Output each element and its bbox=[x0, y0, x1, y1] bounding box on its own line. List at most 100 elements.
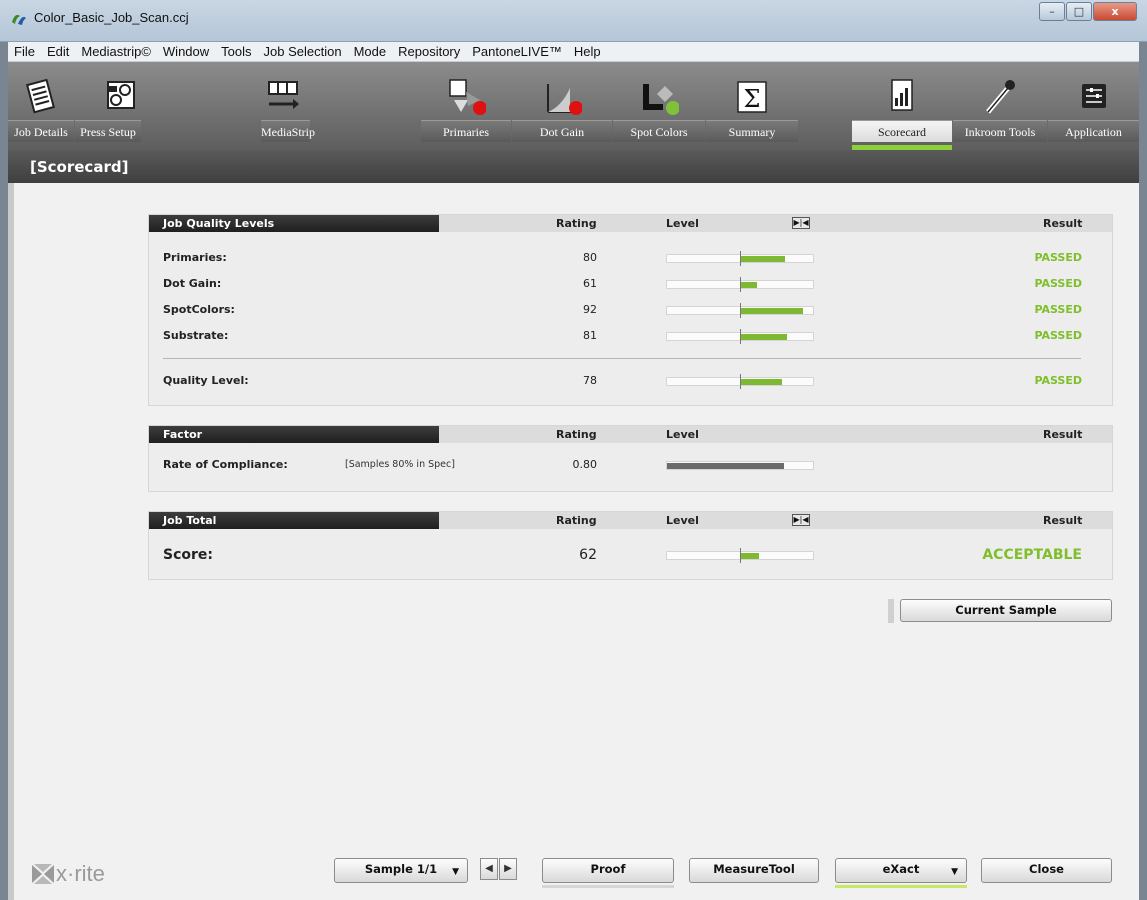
proof-button[interactable]: Proof bbox=[542, 858, 674, 883]
tool-inkroom-tools[interactable]: Inkroom Tools bbox=[953, 62, 1047, 150]
tool-label: MediaStrip bbox=[261, 120, 315, 142]
row-result: PASSED bbox=[1034, 329, 1082, 342]
menu-repository[interactable]: Repository bbox=[392, 44, 466, 59]
scorecard-icon bbox=[891, 79, 913, 111]
tool-label: Job Details bbox=[8, 120, 74, 142]
level-bar bbox=[666, 251, 814, 266]
panel-header: Job Total Rating Level ▶|◀ Result bbox=[149, 512, 1112, 529]
app-icon bbox=[12, 14, 26, 25]
tool-press-setup[interactable]: Press Setup bbox=[75, 62, 205, 150]
compliance-bar bbox=[666, 461, 814, 470]
tool-primaries[interactable]: Primaries bbox=[421, 62, 511, 150]
col-result-header: Result bbox=[1043, 217, 1083, 230]
section-title: [Scorecard] bbox=[8, 150, 1139, 183]
level-scale-toggle-button[interactable]: ▶|◀ bbox=[792, 514, 810, 526]
quality-row: SpotColors: 92 PASSED bbox=[149, 300, 1112, 320]
row-result: ACCEPTABLE bbox=[982, 547, 1082, 563]
tool-mediastrip[interactable]: MediaStrip bbox=[206, 62, 360, 150]
level-scale-toggle-button[interactable]: ▶|◀ bbox=[792, 217, 810, 229]
tool-label: Press Setup bbox=[75, 120, 141, 142]
row-rating: 80 bbox=[583, 251, 597, 264]
minimize-button[interactable]: – bbox=[1039, 2, 1065, 21]
row-result: PASSED bbox=[1034, 303, 1082, 316]
sample-selector-dropdown[interactable]: Sample 1/1 ▼ bbox=[334, 858, 468, 883]
panel-title: Job Quality Levels bbox=[149, 215, 439, 232]
compliance-row: Rate of Compliance: [Samples 80% in Spec… bbox=[149, 455, 1112, 475]
tool-job-details[interactable]: Job Details bbox=[8, 62, 74, 150]
level-fill bbox=[741, 334, 787, 340]
tool-label: Inkroom Tools bbox=[953, 120, 1047, 142]
svg-text:Σ: Σ bbox=[744, 85, 761, 113]
menu-window[interactable]: Window bbox=[157, 44, 215, 59]
tool-application[interactable]: Application bbox=[1048, 62, 1139, 150]
xrite-logo: x·rite bbox=[30, 861, 105, 887]
col-result-header: Result bbox=[1043, 514, 1083, 527]
panel-title: Factor bbox=[149, 426, 439, 443]
level-bar bbox=[666, 329, 814, 344]
current-sample-button[interactable]: Current Sample bbox=[900, 599, 1112, 622]
col-result-header: Result bbox=[1043, 428, 1083, 441]
level-fill bbox=[741, 308, 803, 314]
grip-handle[interactable] bbox=[888, 599, 894, 623]
job-quality-panel: Job Quality Levels Rating Level ▶|◀ Resu… bbox=[148, 214, 1113, 406]
quality-row: Dot Gain: 61 PASSED bbox=[149, 274, 1112, 294]
row-result: PASSED bbox=[1034, 277, 1082, 290]
row-result: PASSED bbox=[1034, 374, 1082, 387]
tool-label: Spot Colors bbox=[613, 120, 705, 142]
job-total-panel: Job Total Rating Level ▶|◀ Result Score:… bbox=[148, 511, 1113, 580]
panel-title: Job Total bbox=[149, 512, 439, 529]
compliance-note: [Samples 80% in Spec] bbox=[345, 459, 455, 470]
exact-active-indicator bbox=[835, 885, 967, 888]
press-icon bbox=[107, 81, 135, 109]
quality-row: Substrate: 81 PASSED bbox=[149, 326, 1112, 346]
level-fill bbox=[741, 282, 757, 288]
sigma-icon: Σ bbox=[737, 81, 767, 113]
row-divider bbox=[163, 358, 1081, 359]
level-fill bbox=[741, 553, 759, 559]
row-result: PASSED bbox=[1034, 251, 1082, 264]
compliance-fill bbox=[667, 463, 784, 469]
menu-edit[interactable]: Edit bbox=[41, 44, 75, 59]
tool-label: Summary bbox=[706, 120, 798, 142]
maximize-button[interactable]: □ bbox=[1066, 2, 1092, 21]
menu-help[interactable]: Help bbox=[568, 44, 607, 59]
menu-tools[interactable]: Tools bbox=[215, 44, 257, 59]
window-close-button[interactable]: x bbox=[1093, 2, 1137, 21]
window-title: Color_Basic_Job_Scan.ccj bbox=[34, 10, 189, 25]
proof-indicator bbox=[542, 885, 674, 888]
row-name: Dot Gain: bbox=[163, 277, 222, 290]
row-rating: 92 bbox=[583, 303, 597, 316]
quality-row: Primaries: 80 PASSED bbox=[149, 248, 1112, 268]
menu-job-selection[interactable]: Job Selection bbox=[258, 44, 348, 59]
level-bar bbox=[666, 277, 814, 292]
tool-dot-gain[interactable]: Dot Gain bbox=[512, 62, 612, 150]
row-rating: 81 bbox=[583, 329, 597, 342]
col-rating-header: Rating bbox=[556, 514, 597, 527]
sample-navigation: ◀ ▶ bbox=[480, 858, 518, 880]
measure-tool-button[interactable]: MeasureTool bbox=[689, 858, 819, 883]
previous-sample-button[interactable]: ◀ bbox=[480, 858, 498, 880]
scorecard-content: Job Quality Levels Rating Level ▶|◀ Resu… bbox=[8, 183, 1139, 900]
primaries-icon bbox=[449, 79, 486, 115]
panel-header: Factor Rating Level Result bbox=[149, 426, 1112, 443]
menu-mode[interactable]: Mode bbox=[348, 44, 393, 59]
exact-device-dropdown[interactable]: eXact ▼ bbox=[835, 858, 967, 883]
menu-pantonelive[interactable]: PantoneLIVE™ bbox=[466, 44, 568, 59]
col-rating-header: Rating bbox=[556, 428, 597, 441]
spot-colors-icon bbox=[643, 84, 679, 115]
window-titlebar: Color_Basic_Job_Scan.ccj – □ x bbox=[0, 0, 1147, 42]
next-sample-button[interactable]: ▶ bbox=[499, 858, 517, 880]
tool-spot-colors[interactable]: Spot Colors bbox=[613, 62, 705, 150]
score-row: Score: 62 ACCEPTABLE bbox=[149, 546, 1112, 566]
menu-file[interactable]: File bbox=[8, 44, 41, 59]
quality-level-row: Quality Level: 78 PASSED bbox=[149, 371, 1112, 391]
tool-summary[interactable]: Σ Summary bbox=[706, 62, 798, 150]
close-button[interactable]: Close bbox=[981, 858, 1112, 883]
xrite-logo-icon bbox=[32, 864, 54, 884]
level-fill bbox=[741, 379, 782, 385]
level-bar bbox=[666, 374, 814, 389]
exact-label: eXact bbox=[882, 862, 920, 876]
level-fill bbox=[741, 256, 785, 262]
menu-mediastrip[interactable]: Mediastrip© bbox=[75, 44, 157, 59]
tool-scorecard[interactable]: Scorecard bbox=[852, 62, 952, 150]
